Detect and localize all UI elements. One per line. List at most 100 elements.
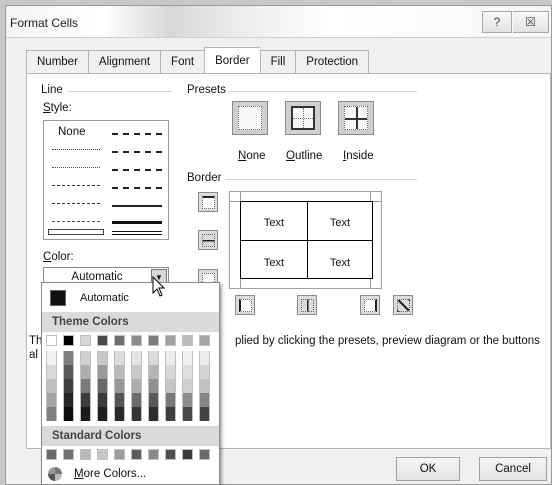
tab-number[interactable]: Number <box>26 50 88 74</box>
theme-color-shade-swatch[interactable] <box>131 351 142 365</box>
theme-color-shade-swatch[interactable] <box>114 407 125 421</box>
theme-color-shade-swatch[interactable] <box>63 407 74 421</box>
theme-color-shade-swatch[interactable] <box>131 365 142 379</box>
theme-color-shade-swatch[interactable] <box>97 351 108 365</box>
border-top-button[interactable] <box>198 192 218 212</box>
border-inside-vertical-button[interactable] <box>297 295 317 315</box>
standard-color-swatch[interactable] <box>131 449 142 460</box>
line-style-hair[interactable] <box>52 149 100 150</box>
theme-color-swatch[interactable] <box>199 335 210 346</box>
theme-color-shade-swatch[interactable] <box>148 379 159 393</box>
theme-color-shade-swatch[interactable] <box>165 365 176 379</box>
theme-color-swatch[interactable] <box>114 335 125 346</box>
theme-color-shade-swatch[interactable] <box>80 379 91 393</box>
border-right-button[interactable] <box>360 295 380 315</box>
border-preview[interactable]: Text Text Text Text <box>229 191 382 289</box>
standard-color-swatch[interactable] <box>182 449 193 460</box>
theme-color-shade-swatch[interactable] <box>199 365 210 379</box>
theme-color-shade-swatch[interactable] <box>148 365 159 379</box>
theme-color-shade-swatch[interactable] <box>165 379 176 393</box>
theme-color-shade-swatch[interactable] <box>199 407 210 421</box>
tab-alignment[interactable]: Alignment <box>87 50 161 74</box>
theme-color-shade-swatch[interactable] <box>97 393 108 407</box>
theme-color-shade-swatch[interactable] <box>97 379 108 393</box>
tab-fill[interactable]: Fill <box>259 50 296 74</box>
theme-color-shade-swatch[interactable] <box>131 407 142 421</box>
line-style-dotted[interactable] <box>52 167 100 168</box>
theme-color-shade-swatch[interactable] <box>165 351 176 365</box>
tab-border[interactable]: Border <box>204 47 260 73</box>
tab-font[interactable]: Font <box>160 50 205 74</box>
theme-color-swatch[interactable] <box>165 335 176 346</box>
theme-color-shade-swatch[interactable] <box>199 351 210 365</box>
theme-color-shade-swatch[interactable] <box>46 393 57 407</box>
theme-color-shade-swatch[interactable] <box>182 365 193 379</box>
preset-outline-button[interactable] <box>285 101 321 135</box>
standard-color-swatch[interactable] <box>148 449 159 460</box>
preset-inside-button[interactable] <box>338 101 374 135</box>
standard-color-swatch[interactable] <box>97 449 108 460</box>
line-style-dashed[interactable] <box>52 221 100 222</box>
theme-color-shade-swatch[interactable] <box>97 407 108 421</box>
theme-color-shade-swatch[interactable] <box>165 393 176 407</box>
theme-color-shade-swatch[interactable] <box>148 407 159 421</box>
automatic-color-option[interactable]: Automatic <box>44 286 218 310</box>
border-inside-horizontal-button[interactable] <box>198 230 218 250</box>
line-style-thick[interactable] <box>112 221 162 224</box>
theme-color-swatch[interactable] <box>46 335 57 346</box>
theme-color-swatch[interactable] <box>97 335 108 346</box>
line-style-medium[interactable] <box>112 205 162 207</box>
theme-color-shade-swatch[interactable] <box>182 379 193 393</box>
theme-color-shade-swatch[interactable] <box>46 365 57 379</box>
theme-color-shade-swatch[interactable] <box>114 393 125 407</box>
theme-color-shade-swatch[interactable] <box>80 351 91 365</box>
line-style-thin-selected[interactable] <box>48 229 104 235</box>
border-diagonal-button[interactable] <box>393 295 413 315</box>
standard-color-swatch[interactable] <box>80 449 91 460</box>
theme-color-shade-swatch[interactable] <box>131 379 142 393</box>
theme-color-shade-swatch[interactable] <box>114 379 125 393</box>
line-style-thick-dashdotdot[interactable] <box>112 133 162 135</box>
tab-protection[interactable]: Protection <box>295 50 370 74</box>
theme-color-shade-swatch[interactable] <box>63 379 74 393</box>
theme-color-shade-swatch[interactable] <box>131 393 142 407</box>
theme-color-shade-swatch[interactable] <box>182 407 193 421</box>
standard-color-swatch[interactable] <box>199 449 210 460</box>
line-style-double[interactable] <box>112 231 162 235</box>
close-button[interactable]: ☒ <box>513 11 549 33</box>
theme-color-shade-swatch[interactable] <box>165 407 176 421</box>
line-style-dash-dot-dot[interactable] <box>52 185 100 186</box>
theme-color-swatch[interactable] <box>80 335 91 346</box>
line-style-none[interactable]: None <box>58 126 86 138</box>
line-style-slanted[interactable] <box>112 151 162 153</box>
line-style-dash-dot[interactable] <box>52 203 100 204</box>
theme-color-shade-swatch[interactable] <box>80 365 91 379</box>
theme-color-shade-swatch[interactable] <box>63 393 74 407</box>
theme-color-swatch[interactable] <box>63 335 74 346</box>
theme-color-swatch[interactable] <box>148 335 159 346</box>
line-style-medium-dashdot[interactable] <box>112 169 162 171</box>
preset-none-button[interactable] <box>232 101 268 135</box>
standard-color-swatch[interactable] <box>63 449 74 460</box>
theme-color-shade-swatch[interactable] <box>46 351 57 365</box>
theme-color-shade-swatch[interactable] <box>80 393 91 407</box>
theme-color-swatch[interactable] <box>182 335 193 346</box>
theme-color-shade-swatch[interactable] <box>97 365 108 379</box>
theme-color-shade-swatch[interactable] <box>80 407 91 421</box>
theme-color-shade-swatch[interactable] <box>63 351 74 365</box>
line-style-list[interactable]: None <box>43 120 169 240</box>
theme-color-shade-swatch[interactable] <box>63 365 74 379</box>
theme-color-shade-swatch[interactable] <box>182 351 193 365</box>
theme-color-shade-swatch[interactable] <box>114 365 125 379</box>
ok-button[interactable]: OK <box>396 457 460 481</box>
theme-color-shade-swatch[interactable] <box>199 379 210 393</box>
theme-color-shade-swatch[interactable] <box>46 407 57 421</box>
theme-color-shade-swatch[interactable] <box>148 393 159 407</box>
theme-color-swatch[interactable] <box>131 335 142 346</box>
theme-color-shade-swatch[interactable] <box>114 351 125 365</box>
theme-color-shade-swatch[interactable] <box>199 393 210 407</box>
cancel-button[interactable]: Cancel <box>479 457 547 481</box>
theme-color-shade-swatch[interactable] <box>46 379 57 393</box>
theme-color-shade-swatch[interactable] <box>182 393 193 407</box>
theme-color-shade-swatch[interactable] <box>148 351 159 365</box>
